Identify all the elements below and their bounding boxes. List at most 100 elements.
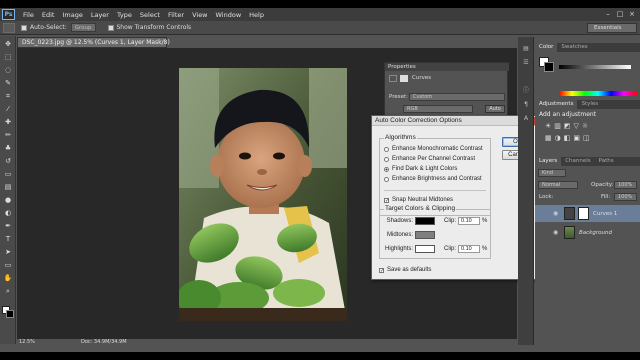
- menu-file[interactable]: File: [23, 11, 34, 19]
- hand-icon[interactable]: ✋: [3, 274, 13, 283]
- option-label: Enhance Monochromatic Contrast: [392, 146, 483, 152]
- channel-dropdown[interactable]: RGB: [403, 105, 473, 113]
- type-icon[interactable]: T: [3, 235, 13, 244]
- tab-styles[interactable]: Styles: [577, 100, 602, 109]
- move-icon[interactable]: ✥: [3, 40, 13, 49]
- history-icon[interactable]: ▤: [521, 45, 531, 53]
- menu-image[interactable]: Image: [62, 11, 82, 19]
- paragraph-icon[interactable]: ¶: [521, 101, 531, 109]
- clip-label: Clip:: [444, 246, 457, 252]
- auto-select-label: Auto-Select:: [30, 24, 67, 31]
- blend-mode-dropdown[interactable]: Normal: [538, 181, 578, 189]
- history-brush-icon[interactable]: ↺: [3, 157, 13, 166]
- eraser-icon[interactable]: ▭: [3, 170, 13, 179]
- pen-icon[interactable]: ✒: [3, 222, 13, 231]
- color-slider[interactable]: [559, 65, 631, 69]
- background-color-swatch[interactable]: [6, 310, 14, 318]
- fill-input[interactable]: 100%: [614, 193, 637, 201]
- checkbox-checked[interactable]: ✓: [379, 267, 384, 273]
- brush-icon[interactable]: ✏: [3, 131, 13, 140]
- show-transform-checkbox[interactable]: [107, 24, 114, 31]
- opacity-input[interactable]: 100%: [614, 181, 637, 189]
- tab-color[interactable]: Color: [535, 43, 558, 52]
- percent-unit: %: [482, 218, 488, 224]
- algorithm-option-brightness-contrast[interactable]: Enhance Brightness and Contrast: [384, 176, 482, 182]
- algorithm-option-monochromatic[interactable]: Enhance Monochromatic Contrast: [384, 146, 483, 152]
- maximize-icon[interactable]: □: [616, 10, 624, 18]
- info-icon[interactable]: ⓘ: [521, 87, 531, 95]
- lasso-icon[interactable]: ◌: [3, 66, 13, 75]
- shape-icon[interactable]: ▭: [3, 261, 13, 270]
- adjustment-icons-row-2[interactable]: ▦◑◧▣◫: [545, 134, 593, 142]
- layer-mask-thumbnail[interactable]: [578, 207, 589, 220]
- path-select-icon[interactable]: ➤: [3, 248, 13, 257]
- algorithm-option-per-channel[interactable]: Enhance Per Channel Contrast: [384, 156, 475, 162]
- midtones-color-swatch[interactable]: [415, 231, 435, 239]
- properties-icon[interactable]: ☰: [521, 59, 531, 67]
- auto-select-dropdown[interactable]: Group: [70, 23, 96, 32]
- blur-icon[interactable]: ●: [3, 196, 13, 205]
- shadows-clip-input[interactable]: 0.10: [458, 217, 481, 225]
- shadows-color-swatch[interactable]: [415, 217, 435, 225]
- mask-icon[interactable]: [400, 75, 408, 82]
- layer-row-curves[interactable]: ◉ Curves 1: [535, 205, 640, 222]
- menu-window[interactable]: Window: [216, 11, 242, 19]
- algorithm-option-dark-light[interactable]: Find Dark & Light Colors: [384, 166, 457, 172]
- tab-paths[interactable]: Paths: [595, 157, 618, 166]
- visibility-eye-icon[interactable]: ◉: [553, 229, 561, 236]
- layer-row-background[interactable]: ◉ Background: [535, 224, 640, 241]
- right-panels: Color Swatches Adjustments Styles Add an…: [535, 37, 640, 345]
- close-icon[interactable]: ×: [628, 10, 636, 18]
- quick-select-icon[interactable]: ✎: [3, 79, 13, 88]
- layer-name: Curves 1: [593, 210, 618, 217]
- preset-label: Preset:: [389, 94, 409, 100]
- stamp-icon[interactable]: ♣: [3, 144, 13, 153]
- layer-filter-dropdown[interactable]: Kind: [538, 169, 566, 177]
- menu-help[interactable]: Help: [249, 11, 264, 19]
- adjustment-icons-row-1[interactable]: ☀▥◩▽☼: [545, 122, 591, 130]
- save-as-defaults-option[interactable]: ✓ Save as defaults: [379, 267, 431, 273]
- move-tool-icon[interactable]: [3, 22, 15, 33]
- marquee-icon[interactable]: ⬚: [3, 53, 13, 62]
- tab-layers[interactable]: Layers: [535, 157, 562, 166]
- menu-edit[interactable]: Edit: [42, 11, 55, 19]
- properties-tab[interactable]: Properties: [385, 63, 509, 71]
- crop-icon[interactable]: ⌗: [3, 92, 13, 101]
- eyedropper-icon[interactable]: ⁄: [3, 105, 13, 114]
- menu-filter[interactable]: Filter: [168, 11, 184, 19]
- highlights-clip-input[interactable]: 0.10: [458, 245, 481, 253]
- menu-view[interactable]: View: [192, 11, 207, 19]
- character-icon[interactable]: A: [521, 115, 531, 123]
- zoom-icon[interactable]: ⌕: [3, 287, 13, 296]
- panel-background-swatch[interactable]: [544, 62, 554, 72]
- document-tab[interactable]: DSC_0223.jpg @ 12.5% (Curves 1, Layer Ma…: [17, 37, 170, 48]
- tab-adjustments[interactable]: Adjustments: [535, 100, 578, 109]
- workspace-dropdown[interactable]: Essentials: [587, 23, 637, 33]
- auto-button[interactable]: Auto: [485, 105, 505, 113]
- letterbox-top: [0, 0, 640, 8]
- tab-swatches[interactable]: Swatches: [557, 43, 591, 52]
- dodge-icon[interactable]: ◐: [3, 209, 13, 218]
- snap-neutral-midtones-option[interactable]: ✓ Snap Neutral Midtones: [384, 197, 453, 203]
- adjustments-heading: Add an adjustment: [539, 111, 597, 118]
- menu-select[interactable]: Select: [140, 11, 160, 19]
- radio-button[interactable]: [384, 156, 389, 162]
- color-spectrum[interactable]: [559, 91, 637, 96]
- radio-button[interactable]: [384, 176, 389, 182]
- tab-channels[interactable]: Channels: [561, 157, 594, 166]
- zoom-level[interactable]: 12.5%: [19, 339, 35, 345]
- radio-button-selected[interactable]: [384, 166, 389, 172]
- auto-select-checkbox[interactable]: [21, 24, 27, 31]
- menu-bar: Ps File Edit Image Layer Type Select Fil…: [0, 8, 640, 21]
- preset-dropdown[interactable]: Custom: [409, 93, 505, 101]
- healing-icon[interactable]: ✚: [3, 118, 13, 127]
- radio-button[interactable]: [384, 146, 389, 152]
- gradient-icon[interactable]: ▤: [3, 183, 13, 192]
- minimize-icon[interactable]: –: [604, 10, 612, 18]
- checkbox-checked[interactable]: ✓: [384, 197, 389, 203]
- menu-layer[interactable]: Layer: [91, 11, 109, 19]
- highlights-color-swatch[interactable]: [415, 245, 435, 253]
- menu-type[interactable]: Type: [117, 11, 132, 19]
- visibility-eye-icon[interactable]: ◉: [553, 210, 561, 217]
- letterbox-bottom: [0, 352, 640, 360]
